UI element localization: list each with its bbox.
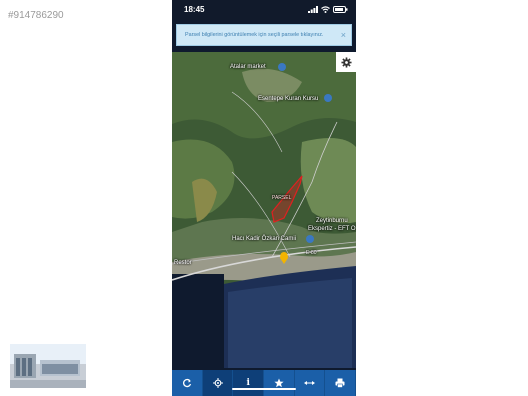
thumbnail-image[interactable] bbox=[10, 344, 86, 388]
banner-text: Parsel bilgilerini görüntülemek için seç… bbox=[185, 32, 324, 38]
locate-button[interactable] bbox=[202, 370, 234, 396]
battery-icon bbox=[333, 6, 348, 13]
map-label-ekspertiz-1: Zeytinburnu bbox=[316, 218, 348, 224]
home-indicator bbox=[232, 388, 296, 390]
status-time: 18:45 bbox=[184, 5, 205, 14]
printer-icon bbox=[335, 378, 345, 388]
refresh-icon bbox=[182, 378, 191, 388]
info-icon: i bbox=[246, 378, 250, 388]
status-bar: 18:45 bbox=[172, 0, 356, 20]
map-label-road: E-80 bbox=[306, 250, 317, 256]
info-button[interactable]: i bbox=[233, 370, 265, 396]
arrows-horizontal-icon bbox=[304, 381, 316, 385]
map-label-camii: Hacı Kadir Özkan Camii bbox=[232, 236, 297, 242]
banner-close-button[interactable]: × bbox=[341, 25, 346, 45]
phone-screen: 18:45 Atalar market Esentepe Kuran Kursu… bbox=[172, 0, 356, 396]
favorite-button[interactable] bbox=[264, 370, 295, 396]
map-label-kuran-kursu: Esentepe Kuran Kursu bbox=[258, 96, 319, 102]
satellite-map[interactable]: Atalar market Esentepe Kuran Kursu PARSE… bbox=[172, 52, 356, 368]
page: #914786290 18:45 Atalar market Esentepe … bbox=[0, 0, 528, 396]
star-icon bbox=[274, 378, 284, 388]
status-icons bbox=[308, 6, 348, 13]
settings-button[interactable] bbox=[336, 52, 356, 72]
refresh-button[interactable] bbox=[172, 370, 203, 396]
print-button[interactable] bbox=[325, 370, 356, 396]
listing-id: #914786290 bbox=[8, 10, 64, 21]
map-label-market: Atalar market bbox=[230, 64, 266, 70]
map-label-restoran: Restor bbox=[174, 260, 192, 266]
bottom-toolbar: i bbox=[172, 370, 356, 396]
map-label-ekspertiz-2: Ekspertiz - EFT O bbox=[308, 226, 356, 232]
wifi-icon bbox=[321, 6, 330, 13]
signal-icon bbox=[308, 6, 318, 13]
measure-button[interactable] bbox=[295, 370, 326, 396]
crosshair-icon bbox=[212, 378, 223, 388]
info-banner: Parsel bilgilerini görüntülemek için seç… bbox=[176, 24, 352, 46]
map-label-parcel: PARSEL bbox=[272, 195, 292, 201]
gear-icon bbox=[340, 56, 352, 68]
